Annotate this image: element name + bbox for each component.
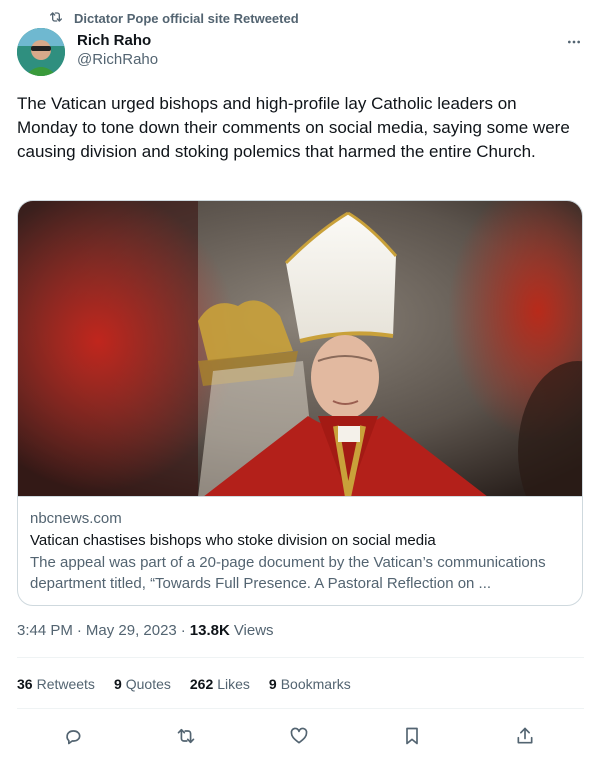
meta-separator: · (76, 622, 82, 639)
views-count: 13.8K (189, 622, 230, 639)
link-card[interactable]: nbcnews.com Vatican chastises bishops wh… (17, 200, 583, 606)
tweet-meta: 3:44 PM · May 29, 2023 · 13.8K Views (17, 622, 274, 639)
reply-icon (66, 730, 81, 745)
retweet-context-label: Dictator Pope official site Retweeted (74, 11, 299, 26)
tweet-text: The Vatican urged bishops and high-profi… (17, 94, 570, 161)
stat-likes[interactable]: 262 Likes (190, 676, 250, 692)
tweet-date[interactable]: May 29, 2023 (86, 622, 177, 639)
meta-separator: · (180, 622, 186, 639)
divider (17, 708, 584, 709)
divider (17, 657, 584, 658)
engagement-stats: 36 Retweets 9 Quotes 262 Likes 9 Bookmarks (17, 676, 351, 692)
display-name[interactable]: Rich Raho (77, 32, 158, 50)
bookmark-icon (406, 727, 418, 745)
more-icon (568, 40, 580, 44)
stat-retweets[interactable]: 36 Retweets (17, 676, 95, 692)
retweet-button[interactable] (172, 722, 200, 750)
stat-count: 36 (17, 676, 33, 692)
retweet-icon (48, 9, 64, 28)
stat-count: 262 (189, 676, 214, 692)
stat-label: Likes (217, 676, 250, 692)
bookmark-button[interactable] (398, 722, 426, 750)
user-handle[interactable]: @RichRaho (77, 50, 158, 70)
tweet-header: Rich Raho @RichRaho (17, 28, 584, 78)
stat-bookmarks[interactable]: 9 Bookmarks (269, 676, 351, 692)
stat-count: 9 (113, 676, 122, 692)
avatar[interactable] (17, 28, 65, 76)
stat-count: 9 (268, 676, 277, 692)
action-bar (17, 722, 584, 750)
stat-label: Quotes (125, 676, 171, 692)
card-image (18, 201, 582, 497)
tweet-time[interactable]: 3:44 PM (17, 622, 73, 639)
stat-quotes[interactable]: 9 Quotes (114, 676, 171, 692)
retweet-context[interactable]: Dictator Pope official site Retweeted (48, 9, 299, 28)
views-label: Views (233, 622, 274, 639)
card-description: The appeal was part of a 20-page documen… (30, 554, 546, 592)
card-title: Vatican chastises bishops who stoke divi… (30, 532, 436, 549)
stat-label: Retweets (36, 676, 95, 692)
more-options-button[interactable] (564, 32, 584, 52)
stat-label: Bookmarks (280, 676, 351, 692)
retweet-icon (177, 728, 195, 744)
like-button[interactable] (285, 722, 313, 750)
like-icon (290, 727, 308, 744)
reply-button[interactable] (59, 722, 87, 750)
share-button[interactable] (511, 722, 539, 750)
share-icon (517, 727, 533, 744)
card-domain: nbcnews.com (30, 510, 122, 527)
